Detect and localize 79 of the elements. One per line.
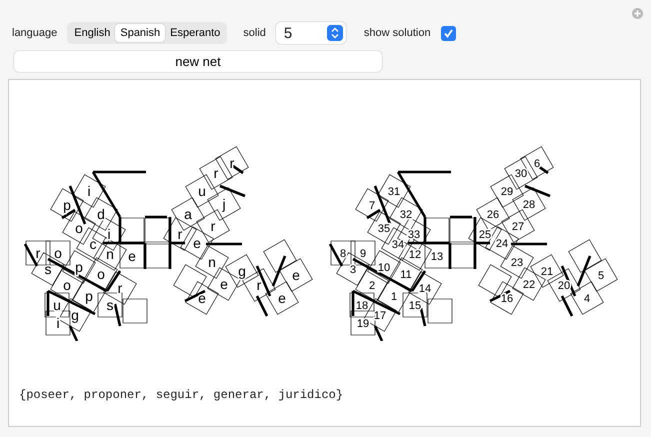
- cell-number: 21: [540, 266, 554, 278]
- cell-number: 7: [368, 200, 376, 212]
- cell-number: 29: [500, 186, 514, 198]
- cell-number: 9: [360, 248, 366, 260]
- word-list: {poseer, proponer, seguir, generar, juridico}: [19, 388, 640, 402]
- cell-letter: r: [118, 280, 122, 296]
- cell-number: 23: [510, 256, 524, 269]
- cell-letter: u: [53, 296, 61, 313]
- cell-letter: r: [256, 276, 262, 293]
- cell-letter: e: [128, 248, 136, 264]
- cell-letter: r: [210, 218, 216, 234]
- cell-letter: o: [63, 276, 71, 293]
- solid-dropdown[interactable]: 5: [276, 22, 346, 44]
- new-net-button[interactable]: new net: [14, 51, 382, 72]
- cell-number: 27: [512, 220, 524, 233]
- cell-letter: n: [208, 254, 216, 270]
- cell-letter: e: [198, 290, 206, 306]
- cell-number: 1: [390, 290, 398, 303]
- cell-letter: r: [214, 164, 218, 181]
- cell-letter: r: [230, 154, 234, 171]
- cell-letter: o: [75, 220, 83, 236]
- cell-number: 31: [388, 186, 400, 198]
- cell-number: 3: [350, 264, 356, 276]
- cell-letter: e: [193, 234, 201, 251]
- cell-number: 8: [340, 248, 346, 260]
- cell-number: 18: [356, 300, 368, 312]
- cell-number: 19: [356, 318, 370, 330]
- cell-number: 35: [378, 222, 390, 235]
- cell-number: 22: [522, 278, 536, 291]
- cell-number: 4: [584, 292, 590, 305]
- cell-number: 16: [500, 292, 514, 305]
- cell-letter: u: [198, 182, 206, 199]
- cell-letter: s: [106, 296, 114, 313]
- cell-number: 25: [478, 228, 492, 241]
- cell-letter: g: [71, 306, 79, 323]
- cell-number: 10: [378, 262, 390, 274]
- cell-letter: c: [90, 236, 96, 252]
- cell-number: 33: [408, 228, 420, 241]
- cell-number: 32: [400, 208, 412, 221]
- cell-letter: i: [56, 314, 60, 331]
- cell-letter: a: [184, 206, 192, 222]
- cell-number: 34: [392, 238, 404, 251]
- cell-number: 30: [514, 168, 528, 180]
- cell-letter: j: [222, 196, 226, 212]
- cell-letter: e: [292, 266, 300, 283]
- cell-number: 6: [534, 158, 540, 170]
- cell-letter: i: [87, 182, 91, 199]
- language-option[interactable]: English: [69, 24, 116, 42]
- cell-letter: s: [44, 260, 52, 277]
- cell-letter: i: [107, 226, 111, 242]
- cell-number: 14: [418, 282, 432, 295]
- cell-number: 2: [368, 280, 376, 292]
- cell-number: 5: [598, 270, 604, 282]
- cell-letter: n: [106, 246, 114, 262]
- cell-letter: o: [97, 266, 105, 282]
- cell-letter: e: [220, 276, 228, 292]
- solid-label: solid: [243, 27, 266, 39]
- language-option[interactable]: Spanish: [115, 24, 166, 42]
- cell-letter: g: [238, 262, 246, 279]
- cell-number: 26: [486, 208, 500, 221]
- checkmark-icon: [442, 28, 454, 38]
- cell-number: 28: [522, 198, 536, 211]
- cell-letter: p: [85, 288, 93, 304]
- stepper-icon: [326, 25, 343, 41]
- language-label: language: [12, 27, 58, 39]
- cell-number: 24: [496, 238, 508, 250]
- cell-number: 13: [430, 250, 444, 263]
- cell-letter: r: [36, 244, 40, 261]
- cell-letter: e: [278, 290, 286, 306]
- show-solution-label: show solution: [364, 27, 431, 39]
- language-option[interactable]: Esperanto: [165, 24, 226, 42]
- show-solution-checkbox[interactable]: [440, 26, 456, 40]
- cell-letter: p: [63, 196, 71, 213]
- cell-number: 12: [408, 248, 422, 261]
- cell-letter: r: [178, 226, 182, 242]
- cell-number: 11: [400, 268, 412, 281]
- cell-letter: p: [75, 258, 83, 275]
- cell-letter: d: [97, 206, 105, 222]
- cell-letter: o: [54, 244, 62, 261]
